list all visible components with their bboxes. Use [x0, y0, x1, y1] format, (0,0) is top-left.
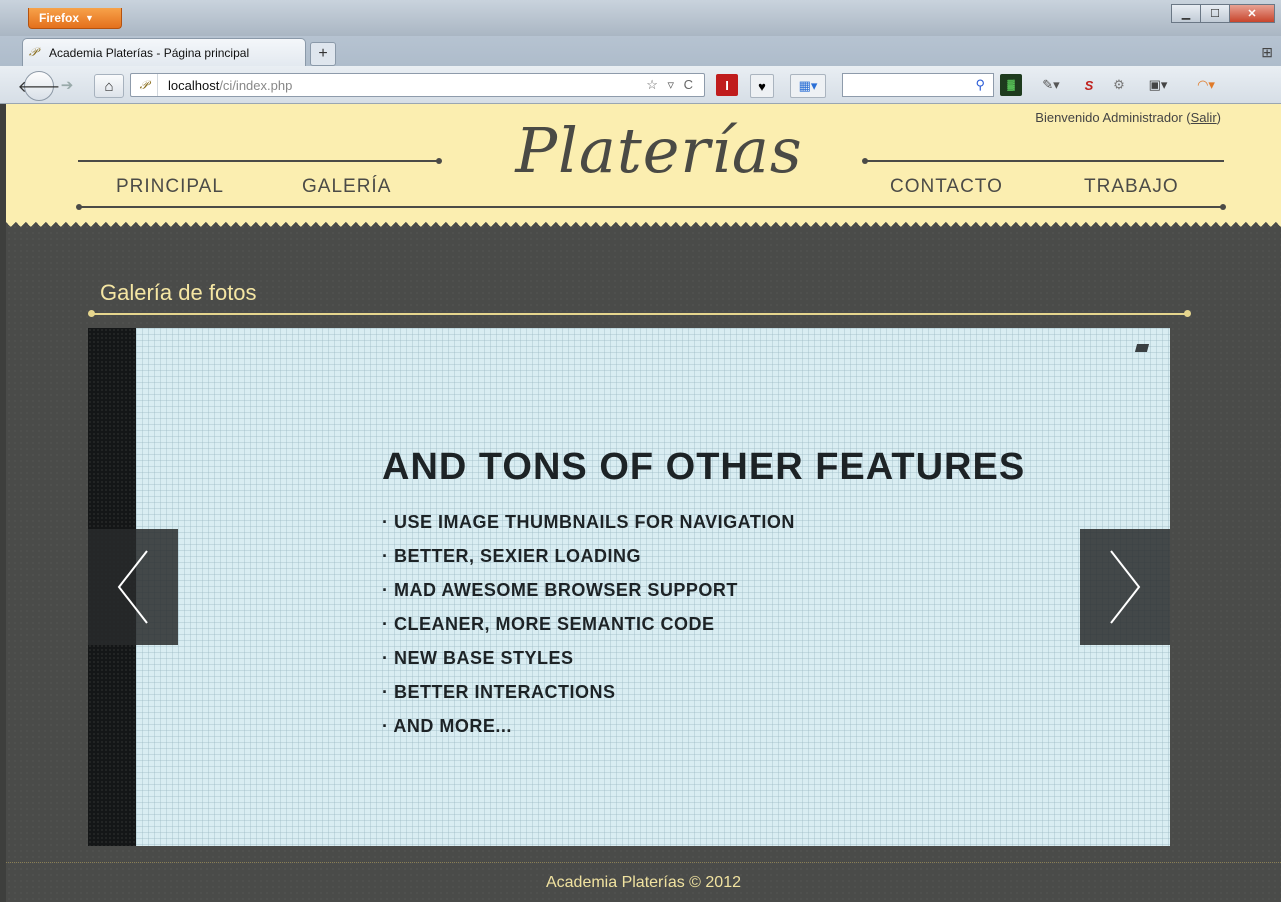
tab-title: Academia Platerías - Página principal: [49, 45, 250, 60]
minimize-icon[interactable]: ▁: [1171, 4, 1201, 23]
addon-red-icon[interactable]: I: [716, 74, 738, 96]
nav-principal[interactable]: PRINCIPAL: [116, 176, 224, 198]
site-footer: Academia Platerías © 2012: [6, 862, 1281, 902]
tab-bar: 𝒫 Academia Platerías - Página principal …: [0, 36, 1281, 66]
browser-tab[interactable]: 𝒫 Academia Platerías - Página principal: [22, 38, 306, 66]
addon-heart-icon[interactable]: ♥: [750, 74, 774, 98]
list-item: CLEANER, MORE SEMANTIC CODE: [382, 614, 795, 648]
navigation-toolbar: 🡐 ➔ ⌂ 𝒫 localhost /ci/index.php ☆ ▿ C I …: [0, 66, 1281, 104]
chevron-down-icon: ▼: [85, 13, 94, 23]
firefox-menu-label: Firefox: [39, 11, 80, 25]
matrix-addon-icon[interactable]: ▓: [1000, 74, 1022, 96]
slide-heading: AND TONS OF OTHER FEATURES: [382, 446, 1026, 488]
eyedropper-icon[interactable]: ✎▾: [1034, 74, 1068, 96]
nav-trabajo[interactable]: TRABAJO: [1084, 176, 1179, 198]
close-icon[interactable]: ✕: [1229, 4, 1275, 23]
logout-link[interactable]: Salir: [1191, 110, 1217, 125]
maximize-icon[interactable]: ☐: [1200, 4, 1230, 23]
header-zigzag-edge: [6, 222, 1281, 232]
header-divider-dot: [1220, 204, 1226, 210]
list-item: NEW BASE STYLES: [382, 648, 795, 682]
list-item: BETTER INTERACTIONS: [382, 682, 795, 716]
url-host: localhost: [168, 77, 220, 93]
section-title: Galería de fotos: [100, 280, 257, 305]
header-divider: [866, 160, 1224, 162]
new-tab-button[interactable]: +: [310, 42, 336, 66]
url-path: /ci/index.php: [219, 77, 293, 93]
window-titlebar: Firefox ▼ ▁ ☐ ✕: [0, 0, 1281, 36]
list-item: AND MORE...: [382, 716, 795, 750]
site-favicon-icon: 𝒫: [29, 44, 38, 59]
search-icon[interactable]: ⚲: [975, 77, 985, 93]
back-button[interactable]: 🡐: [18, 71, 60, 101]
home-button[interactable]: ⌂: [94, 74, 124, 98]
chevron-left-icon: [117, 550, 148, 624]
addon-box-icon[interactable]: ▣▾: [1140, 74, 1176, 96]
slider-next-button[interactable]: [1080, 529, 1170, 645]
header-divider-dot: [436, 158, 442, 164]
nav-contacto[interactable]: CONTACTO: [890, 176, 1003, 198]
bookmark-star-icon[interactable]: ☆ ▿ C: [646, 77, 696, 93]
firefox-menu-button[interactable]: Firefox ▼: [28, 8, 122, 29]
slider-prev-button[interactable]: [88, 529, 178, 645]
header-divider: [78, 160, 438, 162]
welcome-text: Bienvenido Administrador (: [1035, 110, 1191, 125]
rainbow-icon[interactable]: ◠▾: [1188, 74, 1224, 96]
list-item: USE IMAGE THUMBNAILS FOR NAVIGATION: [382, 512, 795, 546]
slide-tag-icon: [1134, 344, 1150, 352]
site-header: Bienvenido Administrador (Salir) Platerí…: [6, 104, 1281, 222]
header-divider: [78, 206, 1224, 208]
page-content: Bienvenido Administrador (Salir) Platerí…: [6, 104, 1281, 902]
search-engine-icon[interactable]: ▦▾: [790, 74, 826, 98]
forward-button[interactable]: ➔: [56, 74, 78, 96]
site-identity-icon[interactable]: 𝒫: [131, 74, 158, 96]
window-controls: ▁ ☐ ✕: [1171, 4, 1275, 23]
photo-slider: AND TONS OF OTHER FEATURES USE IMAGE THU…: [88, 328, 1170, 846]
title-line-dot: [1184, 310, 1191, 317]
section-title-underline: [92, 313, 1188, 315]
slide-feature-list: USE IMAGE THUMBNAILS FOR NAVIGATION BETT…: [382, 512, 795, 750]
header-divider-dot: [76, 204, 82, 210]
list-item: BETTER, SEXIER LOADING: [382, 546, 795, 580]
welcome-message: Bienvenido Administrador (Salir): [1035, 110, 1221, 125]
url-bar[interactable]: 𝒫 localhost /ci/index.php ☆ ▿ C: [130, 73, 705, 97]
gear-icon[interactable]: ⚙: [1108, 74, 1130, 96]
list-item: MAD AWESOME BROWSER SUPPORT: [382, 580, 795, 614]
search-input[interactable]: ⚲: [842, 73, 994, 97]
welcome-close: ): [1216, 110, 1221, 125]
site-logo[interactable]: Platerías: [494, 114, 824, 204]
nav-galeria[interactable]: GALERÍA: [302, 176, 391, 198]
addon-s-icon[interactable]: S: [1078, 74, 1100, 96]
chevron-right-icon: [1110, 550, 1141, 624]
tab-groups-icon[interactable]: ⊞: [1261, 44, 1273, 61]
